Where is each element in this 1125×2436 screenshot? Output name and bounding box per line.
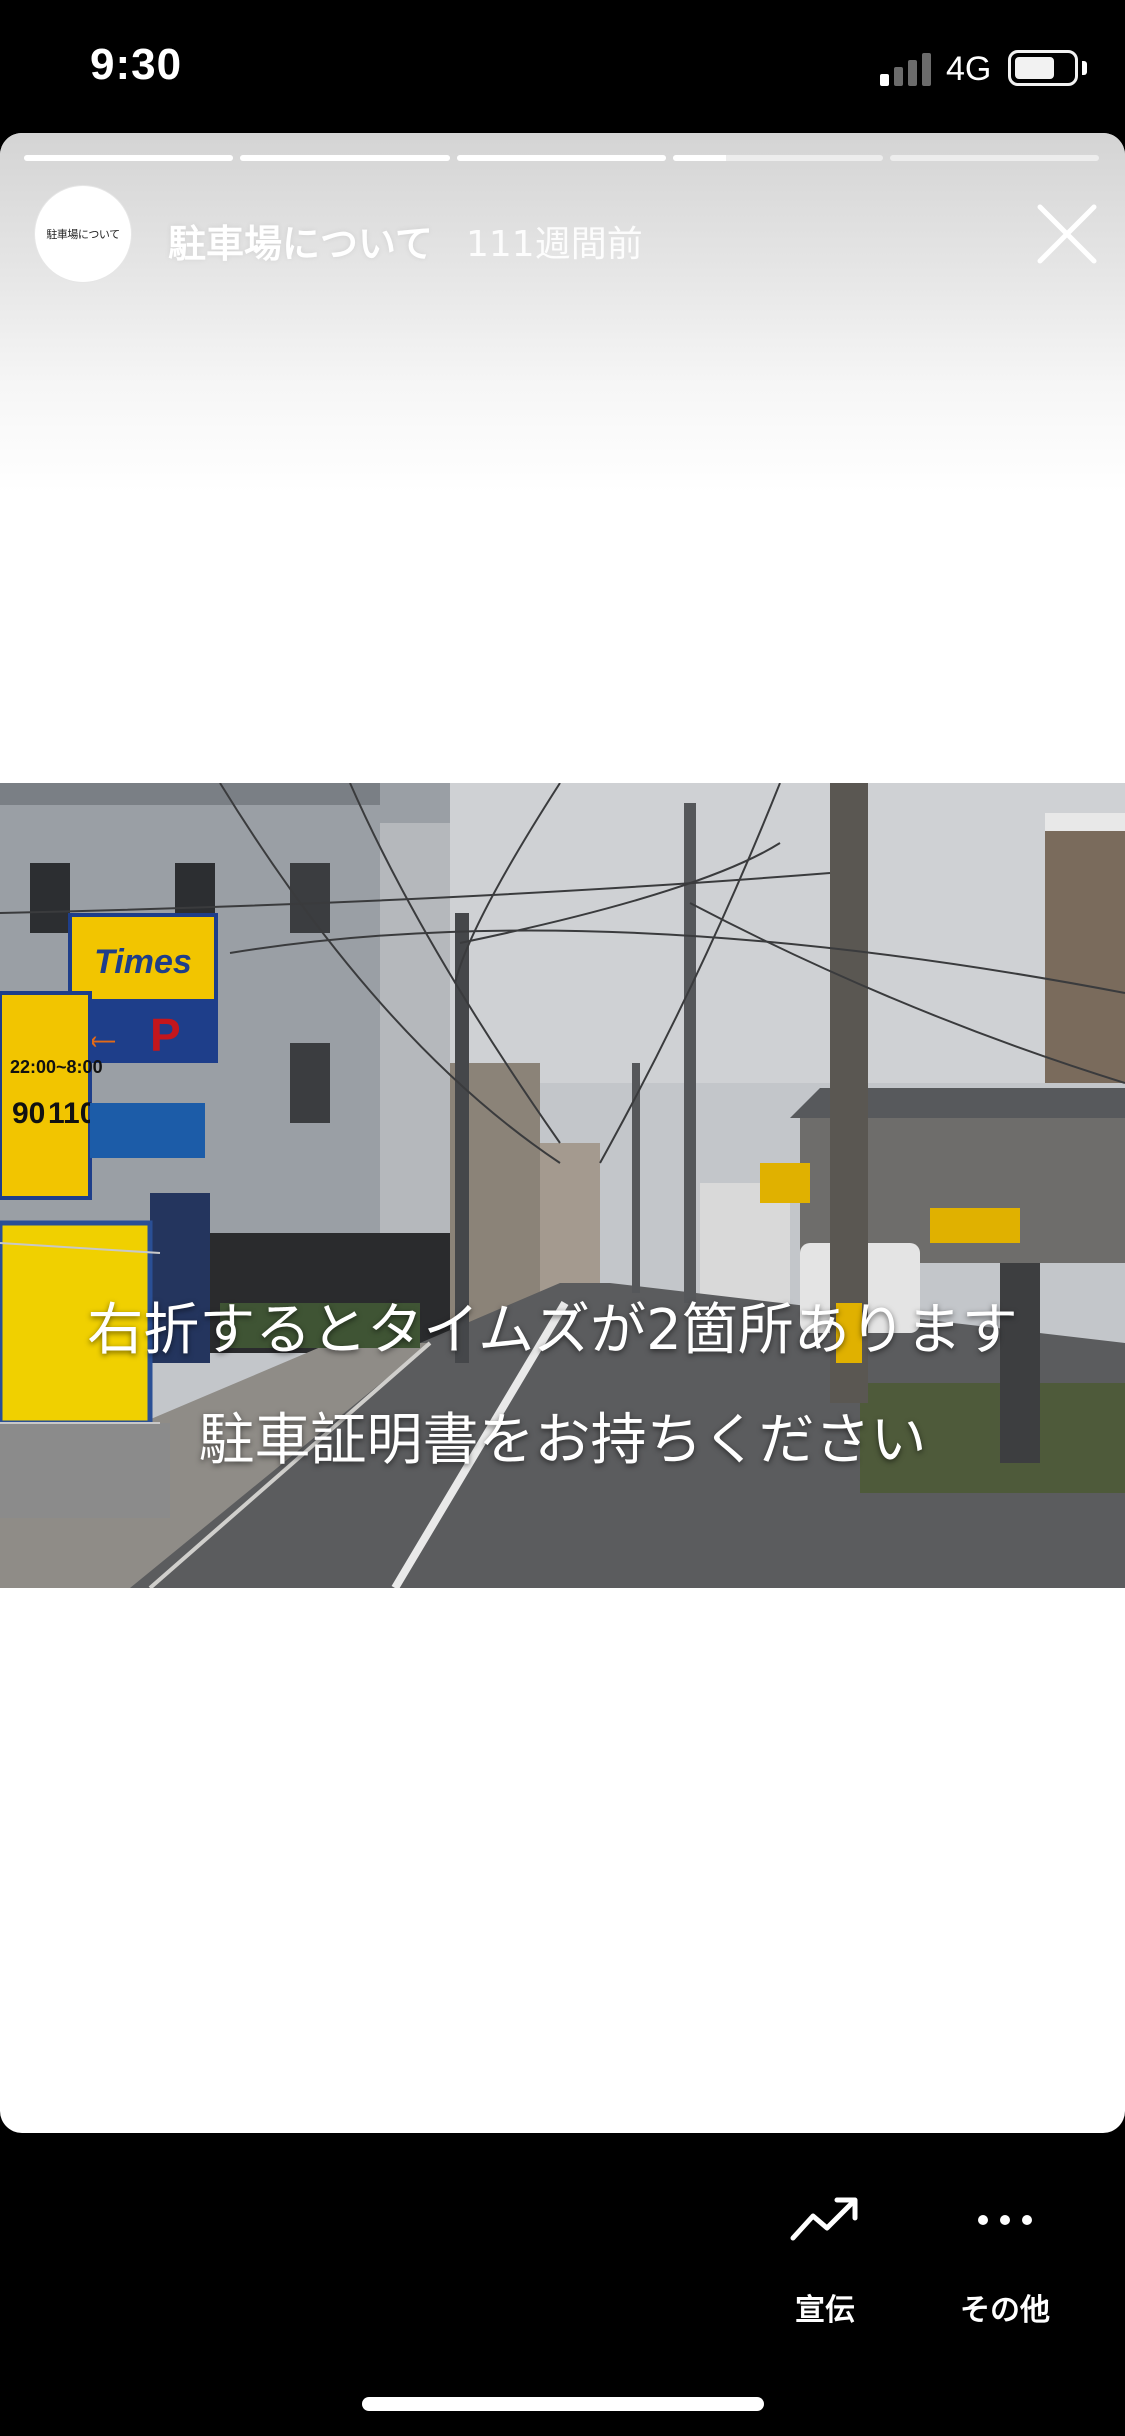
svg-text:P: P — [150, 1009, 181, 1061]
close-icon — [1037, 204, 1097, 264]
battery-icon — [1008, 50, 1078, 86]
sign-brand: Times — [94, 943, 192, 981]
more-button[interactable]: その他 — [930, 2180, 1080, 2330]
more-dots-icon — [978, 2215, 1032, 2225]
battery-level — [1015, 57, 1054, 79]
story-timestamp: 111週間前 — [466, 224, 643, 265]
progress-segment — [889, 155, 1100, 161]
progress-fill — [24, 155, 234, 161]
story-caption-line-2: 駐車証明書をお持ちください — [198, 1408, 927, 1473]
story-progress-bars — [24, 155, 1100, 161]
home-indicator[interactable] — [362, 2397, 764, 2411]
story-title[interactable]: 駐車場について — [168, 213, 433, 268]
story-viewer-screen: 9:30 4G 駐車場について 駐車場について 111週間前 Times ← P… — [0, 0, 1125, 2436]
close-button[interactable] — [1030, 197, 1104, 271]
signal-icon — [880, 50, 934, 86]
more-label: その他 — [960, 2293, 1050, 2328]
progress-fill — [240, 155, 450, 161]
status-time: 9:30 — [90, 40, 183, 89]
story-card[interactable]: 駐車場について 駐車場について 111週間前 Times ← P 22:00~8… — [0, 133, 1125, 2133]
sign-price-b: 110 — [48, 1097, 96, 1130]
network-type: 4G — [946, 50, 992, 88]
promote-button[interactable]: 宣伝 — [750, 2180, 900, 2330]
story-photo: Times ← P 22:00~8:00 90 110 右折するとタイムズが2箇… — [0, 783, 1125, 1588]
trending-up-icon — [790, 2197, 858, 2241]
progress-fill — [456, 155, 667, 161]
progress-segment — [456, 155, 667, 161]
sign-hours: 22:00~8:00 — [10, 1057, 103, 1077]
status-bar: 9:30 4G — [0, 0, 1125, 130]
progress-fill — [673, 155, 726, 161]
story-caption-line-1: 右折するとタイムズが2箇所あります — [87, 1298, 1018, 1363]
story-header: 駐車場について 駐車場について 111週間前 — [34, 185, 1097, 285]
battery-cap — [1082, 61, 1087, 75]
progress-segment — [240, 155, 450, 161]
sign-price-a: 90 — [12, 1097, 45, 1130]
progress-segment — [673, 155, 883, 161]
avatar[interactable]: 駐車場について — [34, 185, 132, 283]
promote-label: 宣伝 — [795, 2293, 855, 2328]
progress-segment — [24, 155, 234, 161]
